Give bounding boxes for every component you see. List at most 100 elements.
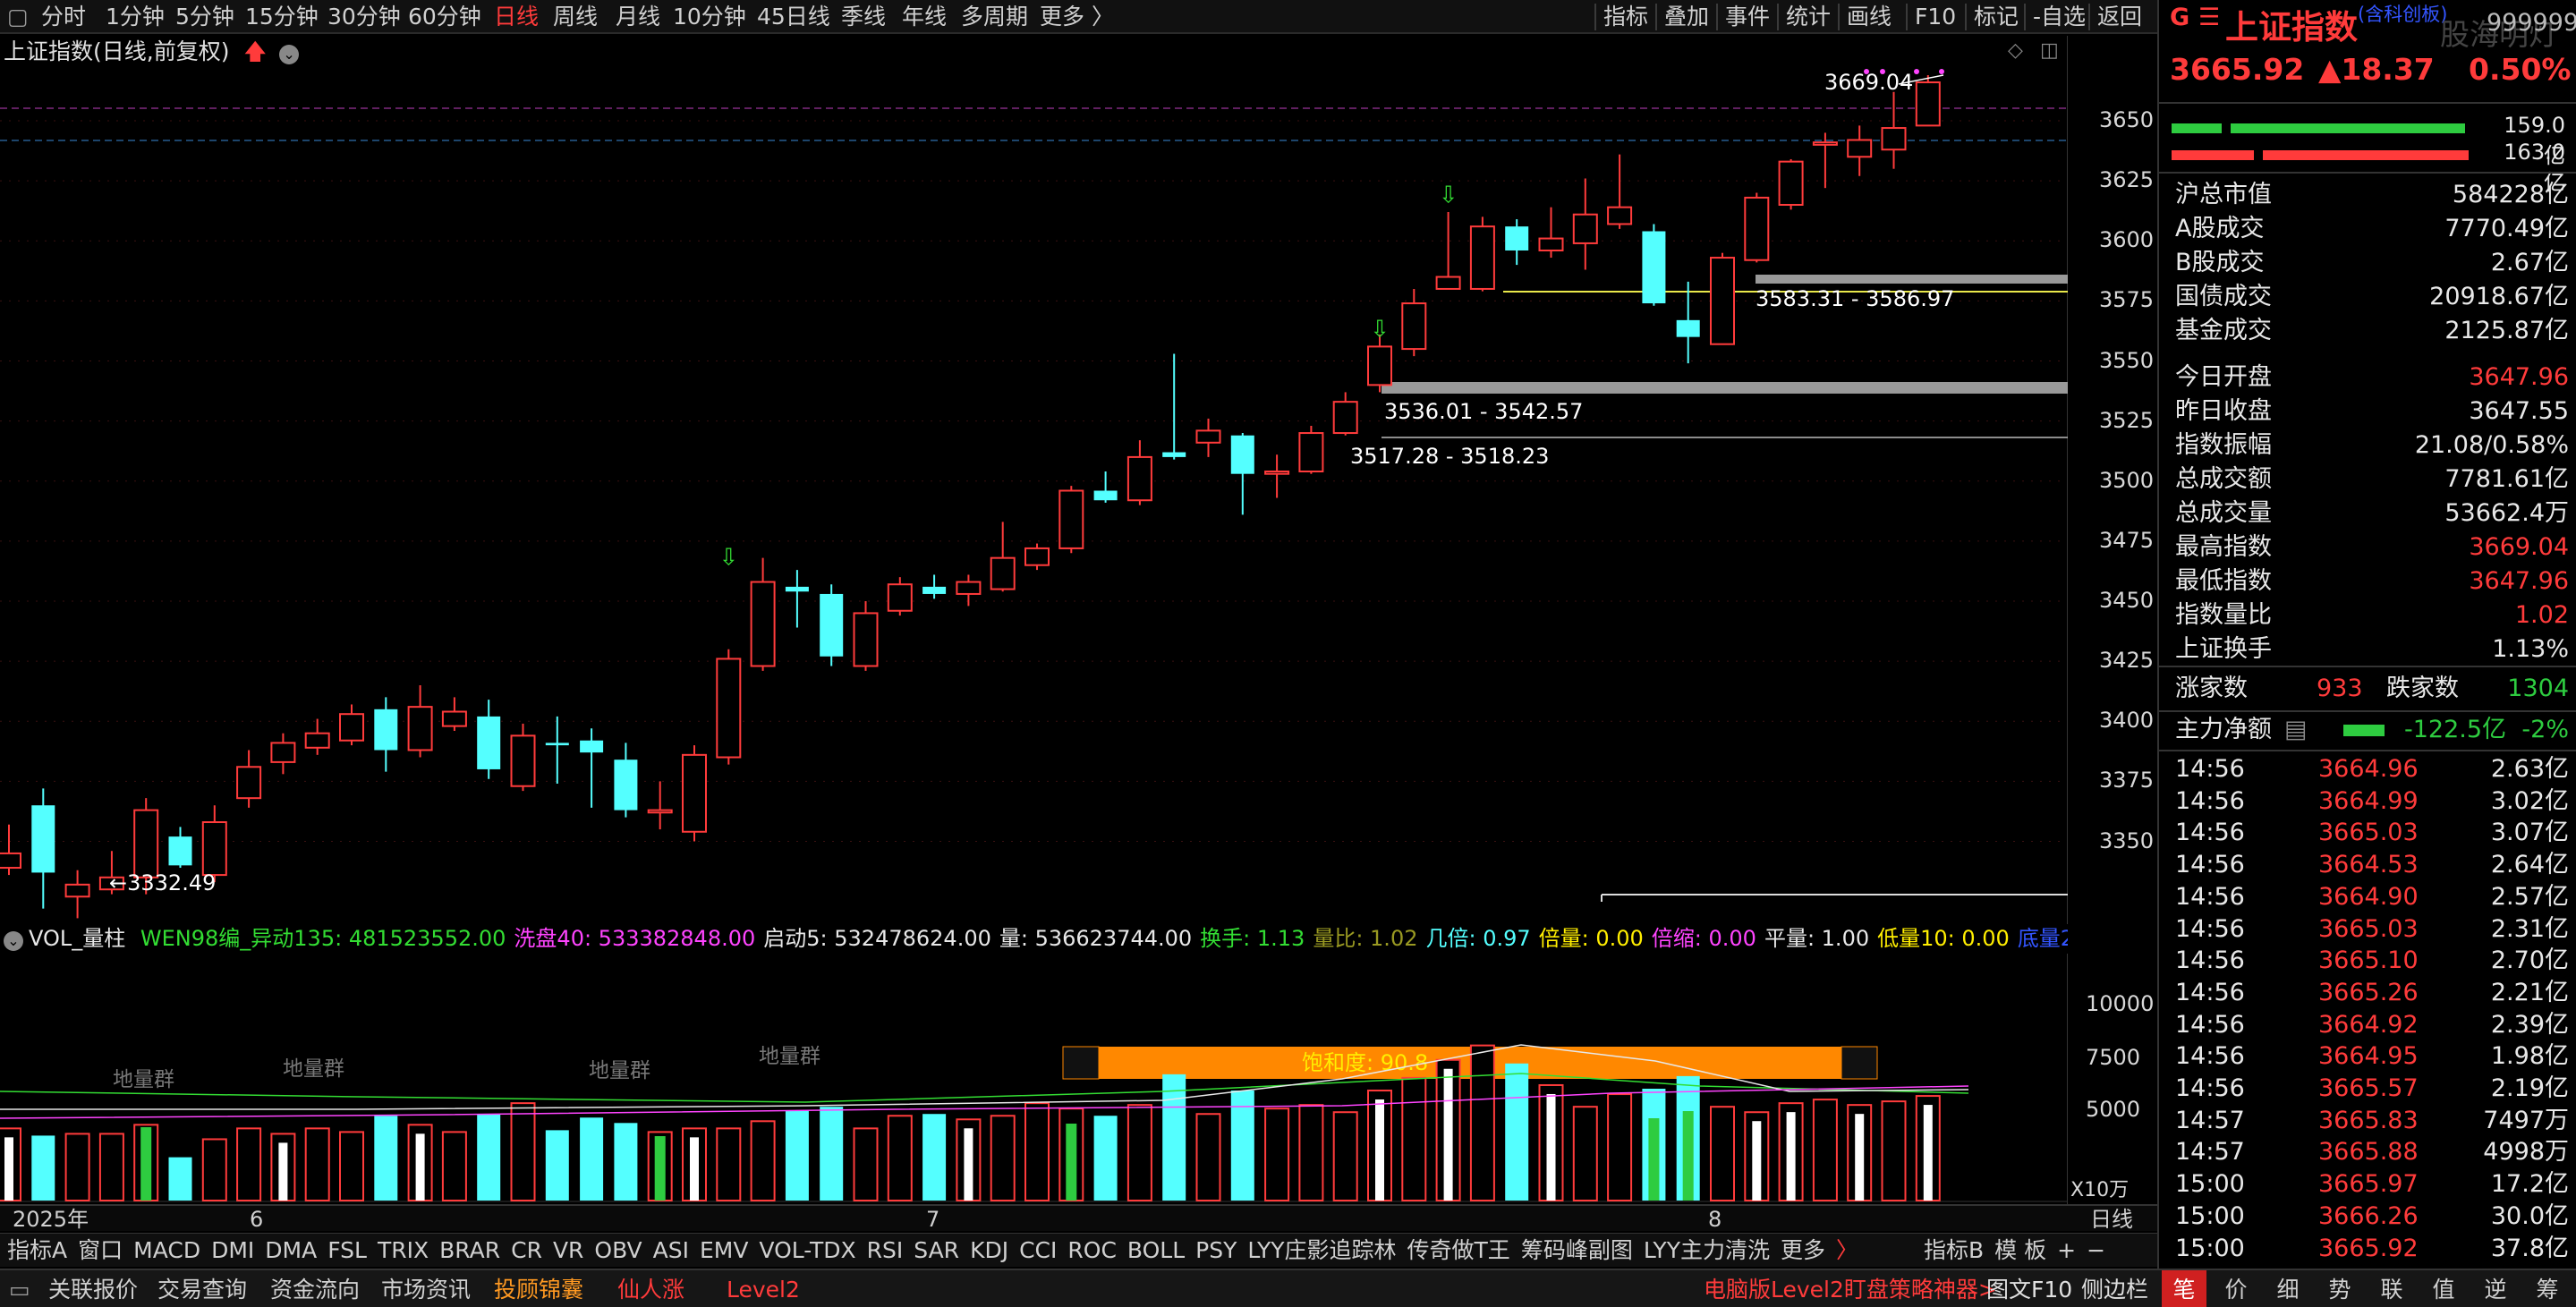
tool-5[interactable]: F10 bbox=[1915, 0, 1956, 34]
date-label: 6 bbox=[250, 1207, 264, 1232]
period-label[interactable]: 日线 bbox=[2090, 1206, 2133, 1233]
period-12[interactable]: 年线 bbox=[902, 0, 947, 34]
bottom-tab[interactable]: 仙人涨 bbox=[617, 1270, 684, 1307]
period-13[interactable]: 多周期 bbox=[961, 0, 1028, 34]
quote-tab[interactable]: 值 bbox=[2421, 1270, 2466, 1307]
saturation-cap bbox=[1062, 1046, 1100, 1080]
bottom-tab[interactable]: 关联报价 bbox=[48, 1270, 138, 1307]
candle-body bbox=[990, 556, 1016, 590]
indicator-tab[interactable]: 〉 bbox=[1836, 1234, 1858, 1268]
price-tick: 3450 bbox=[2099, 588, 2155, 613]
indicator-tab[interactable]: ROC bbox=[1067, 1234, 1117, 1268]
indicator-tab[interactable]: PSY bbox=[1195, 1234, 1237, 1268]
price-annotation: 3583.31 - 3586.97 bbox=[1756, 286, 1954, 311]
quote-tab[interactable]: 价 bbox=[2214, 1270, 2258, 1307]
indicator-tab[interactable]: CR bbox=[511, 1234, 542, 1268]
sidebar-button[interactable]: 侧边栏 bbox=[2081, 1270, 2148, 1307]
quote-tab[interactable]: 筹 bbox=[2525, 1270, 2570, 1307]
indicator-tab[interactable]: 指标A bbox=[7, 1234, 67, 1268]
volume-bar bbox=[201, 1138, 227, 1202]
stat-value: 1.02 bbox=[2514, 601, 2569, 629]
indicator-tab[interactable]: + bbox=[2057, 1234, 2076, 1268]
price-tick: 3400 bbox=[2099, 708, 2155, 734]
tick-price: 3665.03 bbox=[2318, 914, 2419, 943]
tool-3[interactable]: 统计 bbox=[1786, 0, 1831, 34]
indicator-tab[interactable]: LYY庄影追踪林 bbox=[1247, 1234, 1396, 1268]
indicator-tab[interactable]: FSL bbox=[327, 1234, 367, 1268]
indicator-tab[interactable]: 指标B bbox=[1924, 1234, 1984, 1268]
f10-button[interactable]: 图文F10 bbox=[1986, 1270, 2072, 1307]
volume-inner-bar bbox=[415, 1133, 425, 1201]
indicator-tab[interactable]: 传奇做T王 bbox=[1407, 1234, 1510, 1268]
indicator-tab[interactable]: RSI bbox=[867, 1234, 904, 1268]
period-8[interactable]: 月线 bbox=[616, 0, 660, 34]
indicator-tab[interactable]: VR bbox=[553, 1234, 583, 1268]
period-10[interactable]: 45日线 bbox=[757, 0, 830, 34]
indicator-tab[interactable]: LYY主力清洗 bbox=[1644, 1234, 1770, 1268]
period-6[interactable]: 日线 bbox=[494, 0, 539, 34]
period-14[interactable]: 更多 〉 bbox=[1040, 0, 1114, 34]
sell-volume-bar bbox=[2263, 150, 2469, 160]
tick-price: 3665.26 bbox=[2318, 978, 2419, 1006]
indicator-tab[interactable]: BOLL bbox=[1127, 1234, 1185, 1268]
volume-bar bbox=[510, 1102, 536, 1201]
tool-8[interactable]: 返回 bbox=[2097, 0, 2142, 34]
stat-row: 基金成交 2125.87亿 bbox=[2175, 315, 2569, 347]
tool-6[interactable]: 标记 bbox=[1974, 0, 2019, 34]
quote-tab[interactable]: 逆 bbox=[2473, 1270, 2518, 1307]
menu-square-icon[interactable]: ▢ bbox=[7, 0, 29, 34]
indicator-tab[interactable]: DMA bbox=[265, 1234, 317, 1268]
tick-time: 14:56 bbox=[2175, 978, 2245, 1006]
period-4[interactable]: 30分钟 bbox=[327, 0, 401, 34]
period-2[interactable]: 5分钟 bbox=[175, 0, 234, 34]
level2-promo-link[interactable]: 电脑版Level2盯盘策略神器> bbox=[1704, 1270, 1997, 1307]
tool-2[interactable]: 事件 bbox=[1725, 0, 1770, 34]
indicator-tab[interactable]: 筹码峰副图 bbox=[1521, 1234, 1633, 1268]
indicator-tab[interactable]: DMI bbox=[211, 1234, 254, 1268]
flow-detail-icon[interactable]: ▤ bbox=[2284, 714, 2308, 746]
period-7[interactable]: 周线 bbox=[553, 0, 598, 34]
indicator-tab[interactable]: SAR bbox=[914, 1234, 959, 1268]
tool-0[interactable]: 指标 bbox=[1603, 0, 1648, 34]
collapse-icon[interactable]: ⌄ bbox=[4, 931, 23, 951]
quote-tab[interactable]: 笔 bbox=[2162, 1270, 2206, 1307]
period-11[interactable]: 季线 bbox=[841, 0, 886, 34]
indicator-tab[interactable]: VOL-TDX bbox=[759, 1234, 855, 1268]
tool-1[interactable]: 叠加 bbox=[1664, 0, 1709, 34]
panel-toggle-icon[interactable]: ▭ bbox=[9, 1270, 30, 1307]
indicator-tab[interactable]: 模 板 bbox=[1994, 1234, 2046, 1268]
tool-7[interactable]: -自选 bbox=[2033, 0, 2086, 34]
indicator-tab[interactable]: BRAR bbox=[439, 1234, 500, 1268]
bottom-tab[interactable]: Level2 bbox=[727, 1270, 800, 1307]
quote-tab[interactable]: 势 bbox=[2317, 1270, 2362, 1307]
indicator-tab[interactable]: CCI bbox=[1019, 1234, 1057, 1268]
period-3[interactable]: 15分钟 bbox=[245, 0, 319, 34]
indicator-tab[interactable]: TRIX bbox=[378, 1234, 429, 1268]
bottom-tab[interactable]: 资金流向 bbox=[270, 1270, 360, 1307]
quote-tab[interactable]: 细 bbox=[2266, 1270, 2310, 1307]
period-5[interactable]: 60分钟 bbox=[408, 0, 481, 34]
indicator-tab[interactable]: MACD bbox=[133, 1234, 200, 1268]
vol-indicator-name[interactable]: VOL_量柱 bbox=[29, 926, 125, 951]
period-0[interactable]: 分时 bbox=[41, 0, 86, 34]
indicator-tab[interactable]: KDJ bbox=[970, 1234, 1008, 1268]
tool-4[interactable]: 画线 bbox=[1847, 0, 1892, 34]
bottom-tab[interactable]: 市场资讯 bbox=[381, 1270, 471, 1307]
indicator-tab[interactable]: OBV bbox=[594, 1234, 642, 1268]
period-9[interactable]: 10分钟 bbox=[673, 0, 746, 34]
indicator-tab[interactable]: − bbox=[2087, 1234, 2105, 1268]
bottom-tab[interactable]: 投顾锦囊 bbox=[494, 1270, 583, 1307]
indicator-tab[interactable]: EMV bbox=[700, 1234, 748, 1268]
candlestick-chart[interactable]: ⇩ ⇩ ⇩ 3669.04 ←3332.49 3583.31 - 3586.97 3536.… bbox=[0, 36, 2068, 924]
period-1[interactable]: 1分钟 bbox=[106, 0, 165, 34]
bottom-tab[interactable]: 交易查询 bbox=[157, 1270, 247, 1307]
indicator-tab[interactable]: 窗口 bbox=[78, 1234, 123, 1268]
indicator-tab[interactable]: ASI bbox=[653, 1234, 689, 1268]
volume-bar bbox=[1710, 1106, 1735, 1201]
indicator-tab[interactable]: 更多 bbox=[1781, 1234, 1825, 1268]
list-icon[interactable]: ☰ bbox=[2198, 4, 2220, 31]
quote-tab[interactable]: 联 bbox=[2369, 1270, 2414, 1307]
volume-chart[interactable]: 饱和度: 90.8地量群 地量群 地量群地量群 bbox=[0, 954, 2068, 1204]
tick-price: 3665.88 bbox=[2318, 1138, 2419, 1167]
stat-row: 昨日收盘 3647.55 bbox=[2175, 395, 2569, 428]
